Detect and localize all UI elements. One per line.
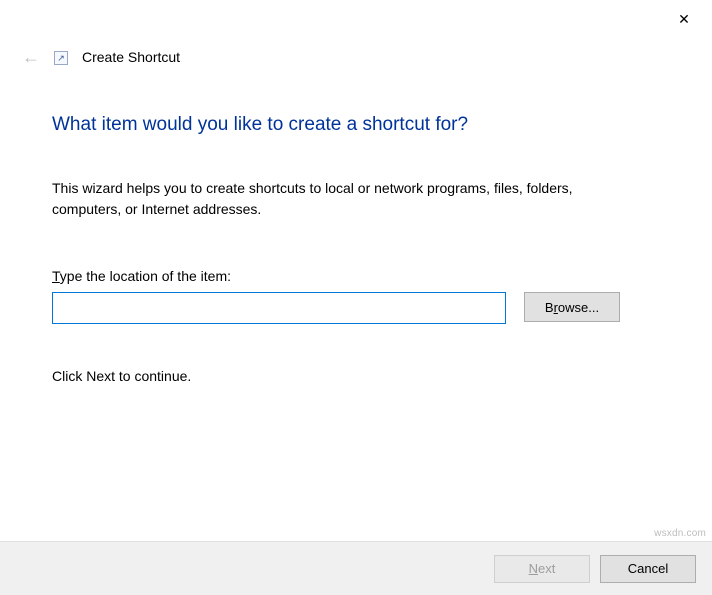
continue-hint: Click Next to continue. — [52, 368, 660, 384]
wizard-header: ← ↗ Create Shortcut — [0, 40, 712, 66]
wizard-content: What item would you like to create a sho… — [0, 66, 712, 384]
location-label-text: ype the location of the item: — [60, 268, 231, 284]
wizard-description: This wizard helps you to create shortcut… — [52, 178, 612, 220]
location-input[interactable] — [52, 292, 506, 324]
wizard-footer: Next Cancel — [0, 541, 712, 595]
title-bar: ✕ — [0, 0, 712, 40]
next-accel: N — [529, 561, 538, 576]
next-button[interactable]: Next — [494, 555, 590, 583]
back-arrow-icon: ← — [22, 48, 40, 66]
location-label: Type the location of the item: — [52, 268, 660, 284]
watermark: wsxdn.com — [654, 528, 706, 539]
page-heading: What item would you like to create a sho… — [52, 114, 660, 136]
cancel-button[interactable]: Cancel — [600, 555, 696, 583]
close-icon: ✕ — [678, 11, 690, 28]
location-row: Browse... — [52, 292, 660, 324]
location-label-accel: T — [52, 268, 60, 284]
create-shortcut-wizard: ✕ ← ↗ Create Shortcut What item would yo… — [0, 0, 712, 595]
next-post: ext — [538, 561, 555, 576]
browse-post: owse... — [558, 300, 599, 315]
wizard-title: Create Shortcut — [82, 49, 180, 65]
browse-pre: B — [545, 300, 554, 315]
browse-button[interactable]: Browse... — [524, 292, 620, 322]
close-button[interactable]: ✕ — [664, 4, 704, 34]
shortcut-icon: ↗ — [54, 51, 68, 65]
